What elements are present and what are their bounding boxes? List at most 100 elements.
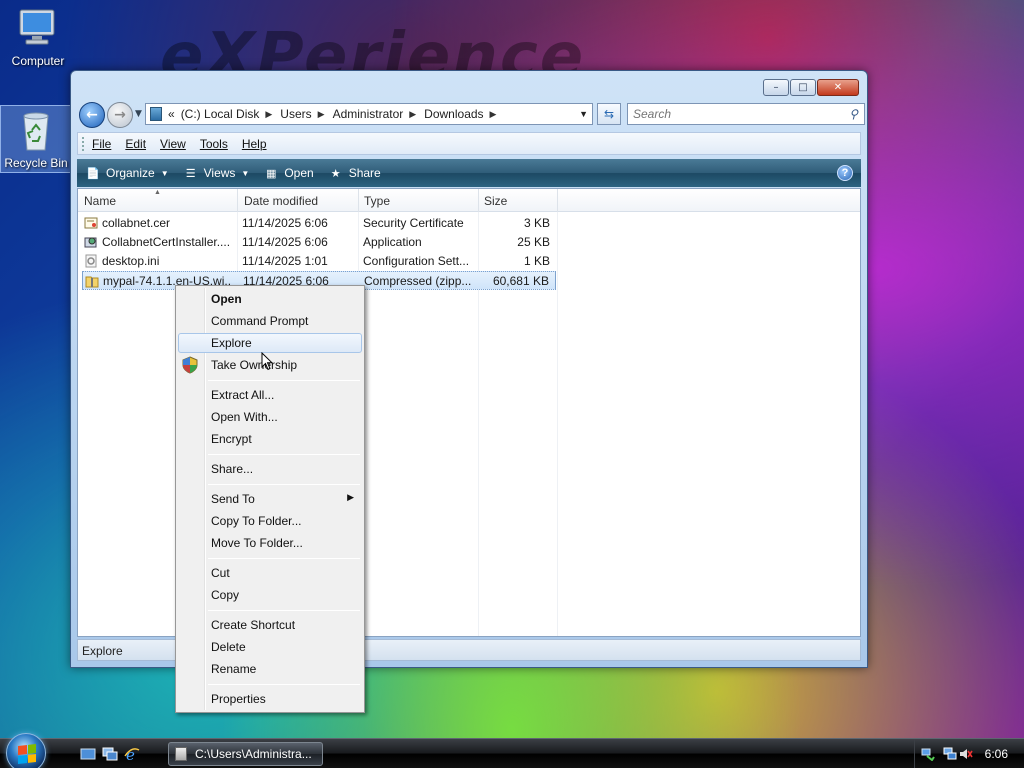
- menu-item-copy-to-folder[interactable]: Copy To Folder...: [178, 511, 362, 531]
- zip-folder-icon: [85, 276, 99, 288]
- views-button[interactable]: ☰ Views ▼: [183, 166, 250, 180]
- start-button[interactable]: [6, 733, 46, 768]
- menu-item-copy[interactable]: Copy: [178, 585, 362, 605]
- computers-icon[interactable]: [943, 747, 957, 761]
- switch-windows-icon[interactable]: [102, 746, 118, 762]
- column-header: ▲ Name Date modified Type Size: [78, 189, 860, 212]
- menu-item-rename[interactable]: Rename: [178, 659, 362, 679]
- breadcrumb-users[interactable]: Users: [280, 107, 311, 121]
- forward-button[interactable]: →: [107, 102, 133, 128]
- file-type: Compressed (zipp...: [364, 274, 472, 288]
- organize-icon: 📄: [86, 167, 100, 180]
- back-button[interactable]: ←: [79, 102, 105, 128]
- search-input[interactable]: [633, 107, 843, 121]
- menu-separator: [208, 610, 360, 611]
- close-button[interactable]: ✕: [817, 79, 859, 96]
- menu-item-label: Extract All...: [211, 388, 275, 402]
- minimize-button[interactable]: –: [763, 79, 789, 96]
- breadcrumb-separator[interactable]: ▶: [409, 109, 416, 120]
- show-desktop-icon[interactable]: [80, 746, 96, 762]
- file-type: Configuration Sett...: [363, 254, 470, 268]
- open-icon: ▦: [266, 167, 277, 180]
- folder-icon: [150, 107, 162, 121]
- column-guide: [557, 212, 558, 636]
- views-label: Views: [203, 166, 236, 180]
- navigation-bar: ← → ▼ « (C:) Local Disk ▶ Users ▶ Admini…: [77, 101, 865, 128]
- file-name: collabnet.cer: [102, 216, 171, 230]
- menu-tools[interactable]: Tools: [200, 137, 228, 151]
- breadcrumb-separator[interactable]: ▶: [490, 109, 497, 120]
- menu-item-delete[interactable]: Delete: [178, 637, 362, 657]
- column-divider[interactable]: [237, 189, 238, 212]
- menu-view[interactable]: View: [160, 137, 186, 151]
- mouse-cursor-icon: [261, 352, 273, 371]
- column-name[interactable]: Name: [84, 194, 116, 208]
- menu-item-label: Share...: [211, 462, 254, 476]
- column-size[interactable]: Size: [484, 194, 507, 208]
- window-controls: – □ ✕: [763, 79, 859, 96]
- breadcrumb-administrator[interactable]: Administrator: [333, 107, 404, 121]
- menu-item-encrypt[interactable]: Encrypt: [178, 429, 362, 449]
- file-type: Security Certificate: [363, 216, 464, 230]
- menu-item-cut[interactable]: Cut: [178, 563, 362, 583]
- refresh-button[interactable]: ⇆: [597, 103, 621, 125]
- menu-item-label: Explore: [211, 336, 252, 350]
- file-row[interactable]: CollabnetCertInstaller.... 11/14/2025 6:…: [82, 233, 556, 252]
- file-size: 1 KB: [523, 254, 550, 268]
- column-date-modified[interactable]: Date modified: [244, 194, 318, 208]
- menu-item-open-with[interactable]: Open With...: [178, 407, 362, 427]
- help-button[interactable]: ?: [837, 165, 853, 181]
- file-row[interactable]: collabnet.cer 11/14/2025 6:06 Security C…: [82, 214, 556, 233]
- internet-explorer-icon[interactable]: e: [124, 746, 140, 762]
- share-button[interactable]: ★ Share: [328, 166, 381, 180]
- clock[interactable]: 6:06: [985, 747, 1008, 761]
- desktop-icon-computer[interactable]: Computer: [2, 4, 74, 68]
- menu-help[interactable]: Help: [242, 137, 267, 151]
- menu-item-open[interactable]: Open: [178, 289, 362, 309]
- taskbar-explorer-window-button[interactable]: C:\Users\Administra...: [168, 742, 323, 766]
- desktop-icon-recycle-bin[interactable]: Recycle Bin: [0, 105, 72, 173]
- menu-item-explore[interactable]: Explore: [178, 333, 362, 353]
- recent-pages-dropdown[interactable]: ▼: [135, 109, 142, 119]
- organize-button[interactable]: 📄 Organize ▼: [85, 166, 168, 180]
- column-divider[interactable]: [478, 189, 479, 212]
- address-bar[interactable]: « (C:) Local Disk ▶ Users ▶ Administrato…: [145, 103, 593, 125]
- breadcrumb-local-disk[interactable]: (C:) Local Disk: [181, 107, 260, 121]
- menu-item-create-shortcut[interactable]: Create Shortcut: [178, 615, 362, 635]
- network-icon[interactable]: [921, 747, 935, 761]
- maximize-button[interactable]: □: [790, 79, 816, 96]
- column-type[interactable]: Type: [364, 194, 390, 208]
- menu-item-share[interactable]: Share...: [178, 459, 362, 479]
- menu-item-command-prompt[interactable]: Command Prompt: [178, 311, 362, 331]
- search-icon[interactable]: ⚲: [849, 107, 858, 121]
- breadcrumb-downloads[interactable]: Downloads: [424, 107, 483, 121]
- menu-edit[interactable]: Edit: [125, 137, 146, 151]
- application-icon: [84, 237, 97, 248]
- context-menu: Open Command Prompt Explore Take Ownersh…: [175, 285, 365, 713]
- file-type: Application: [363, 235, 422, 249]
- menu-item-properties[interactable]: Properties: [178, 689, 362, 709]
- menu-item-send-to[interactable]: Send To ▶: [178, 489, 362, 509]
- breadcrumb-separator[interactable]: ▶: [265, 109, 272, 120]
- file-row[interactable]: desktop.ini 11/14/2025 1:01 Configuratio…: [82, 252, 556, 271]
- windows-logo-icon: [18, 744, 36, 764]
- address-dropdown-icon[interactable]: ▼: [579, 109, 588, 119]
- menu-separator: [208, 380, 360, 381]
- open-button[interactable]: ▦ Open: [263, 166, 314, 180]
- menu-item-extract-all[interactable]: Extract All...: [178, 385, 362, 405]
- menu-item-label: Properties: [211, 692, 266, 706]
- file-date: 11/14/2025 6:06: [242, 235, 328, 249]
- menu-file[interactable]: File: [92, 137, 111, 151]
- address-overflow[interactable]: «: [168, 107, 175, 121]
- taskbar: e C:\Users\Administra... 6:06: [0, 733, 1024, 768]
- column-divider[interactable]: [358, 189, 359, 212]
- column-divider[interactable]: [557, 189, 558, 212]
- computer-icon: [14, 4, 62, 52]
- menu-item-label: Delete: [211, 640, 246, 654]
- menu-item-label: Create Shortcut: [211, 618, 296, 632]
- menu-grip: [82, 136, 86, 151]
- volume-muted-icon[interactable]: [959, 747, 973, 761]
- breadcrumb-separator[interactable]: ▶: [318, 109, 325, 120]
- menu-item-label: Command Prompt: [211, 314, 309, 328]
- menu-item-move-to-folder[interactable]: Move To Folder...: [178, 533, 362, 553]
